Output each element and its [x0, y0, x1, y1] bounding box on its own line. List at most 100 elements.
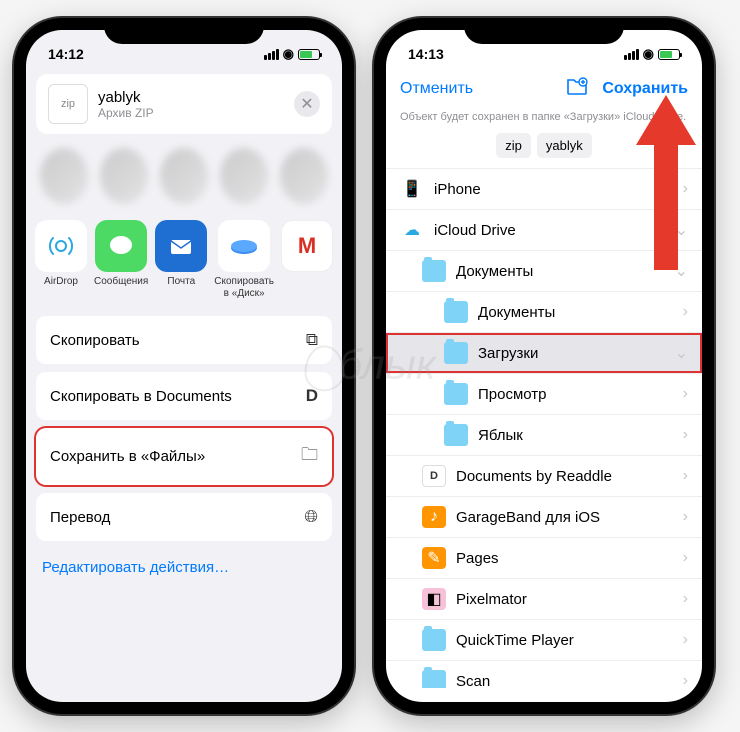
signal-icon: [264, 49, 279, 60]
share-airdrop[interactable]: AirDrop: [34, 220, 88, 300]
row-downloads[interactable]: Загрузки ⌄: [386, 333, 702, 374]
row-label: iCloud Drive: [434, 222, 516, 239]
row-folder[interactable]: Просмотр ›: [386, 374, 702, 415]
save-info-text: Объект будет сохранен в папке «Загрузки»…: [386, 108, 702, 133]
share-label: Скопировать в «Диск»: [214, 276, 274, 300]
folder-icon: [444, 342, 468, 364]
row-label: Яблык: [478, 427, 523, 444]
chevron-right-icon: ›: [683, 303, 688, 321]
pages-icon: ✎: [422, 547, 446, 569]
device-icon: 📱: [400, 178, 424, 200]
row-folder[interactable]: Яблык ›: [386, 415, 702, 456]
avatar[interactable]: [160, 148, 208, 204]
row-app[interactable]: ◧ Pixelmator ›: [386, 579, 702, 620]
readdle-icon: D: [422, 465, 446, 487]
zip-chip: zip: [496, 133, 531, 158]
status-icons: ◉: [624, 46, 680, 62]
disk-icon: [218, 220, 270, 272]
row-folder[interactable]: Документы ⌄: [386, 251, 702, 292]
wifi-icon: ◉: [643, 46, 654, 62]
share-gmail[interactable]: M: [280, 220, 334, 300]
file-name: yablyk: [98, 89, 284, 106]
chevron-right-icon: ›: [683, 180, 688, 198]
status-icons: ◉: [264, 46, 320, 62]
row-icloud[interactable]: ☁ iCloud Drive ⌄: [386, 210, 702, 251]
folder-list[interactable]: 📱 iPhone › ☁ iCloud Drive ⌄ Документы ⌄ …: [386, 168, 702, 688]
avatar[interactable]: [40, 148, 88, 204]
chevron-right-icon: ›: [683, 672, 688, 688]
documents-app-icon: D: [306, 386, 318, 406]
avatar[interactable]: [100, 148, 148, 204]
chevron-down-icon: ⌄: [675, 343, 688, 363]
screen-share-sheet: 14:12 ◉ zip yablyk Архив ZIP ✕: [26, 30, 342, 702]
share-label: Сообщения: [94, 276, 148, 288]
status-time: 14:12: [48, 46, 84, 62]
status-time: 14:13: [408, 46, 444, 62]
action-label: Скопировать в Documents: [50, 388, 232, 405]
signal-icon: [624, 49, 639, 60]
row-folder[interactable]: Документы ›: [386, 292, 702, 333]
row-label: Загрузки: [478, 345, 538, 362]
share-label: AirDrop: [34, 276, 88, 288]
chevron-right-icon: ›: [683, 426, 688, 444]
row-label: Документы: [456, 263, 533, 280]
chevron-right-icon: ›: [683, 385, 688, 403]
phone-right: 14:13 ◉ Отменить Сохранить Объект будет …: [374, 18, 714, 714]
save-button[interactable]: Сохранить: [602, 80, 688, 98]
folder-icon: 🗀: [301, 442, 318, 471]
chevron-right-icon: ›: [683, 590, 688, 608]
action-save-to-files[interactable]: Сохранить в «Файлы» 🗀: [36, 428, 332, 485]
notch: [464, 18, 624, 44]
share-label: Почта: [154, 276, 208, 288]
close-icon[interactable]: ✕: [294, 91, 320, 117]
notch: [104, 18, 264, 44]
row-label: Документы: [478, 304, 555, 321]
action-list: Скопировать ⧉ Скопировать в Documents D …: [36, 316, 332, 541]
avatar[interactable]: [280, 148, 328, 204]
row-iphone[interactable]: 📱 iPhone ›: [386, 169, 702, 210]
folder-icon: [444, 383, 468, 405]
row-app[interactable]: ♪ GarageBand для iOS ›: [386, 497, 702, 538]
phone-left: 14:12 ◉ zip yablyk Архив ZIP ✕: [14, 18, 354, 714]
row-label: iPhone: [434, 181, 481, 198]
action-translate[interactable]: Перевод 🌐︎: [36, 493, 332, 541]
messages-icon: [95, 220, 147, 272]
share-mail[interactable]: Почта: [154, 220, 208, 300]
chevron-right-icon: ›: [683, 508, 688, 526]
row-folder[interactable]: QuickTime Player ›: [386, 620, 702, 661]
row-label: Pages: [456, 550, 499, 567]
nav-bar: Отменить Сохранить: [386, 70, 702, 108]
garageband-icon: ♪: [422, 506, 446, 528]
chevron-right-icon: ›: [683, 467, 688, 485]
copy-icon: ⧉: [306, 330, 318, 350]
chevron-down-icon: ⌄: [675, 220, 688, 240]
action-label: Скопировать: [50, 332, 140, 349]
row-app[interactable]: ✎ Pages ›: [386, 538, 702, 579]
share-apps-row: AirDrop Сообщения Почта Скопировать в «Д…: [26, 210, 342, 310]
share-messages[interactable]: Сообщения: [94, 220, 148, 300]
action-copy[interactable]: Скопировать ⧉: [36, 316, 332, 364]
file-chips: zip yablyk: [386, 133, 702, 168]
cancel-button[interactable]: Отменить: [400, 80, 473, 98]
avatar[interactable]: [220, 148, 268, 204]
folder-icon: [422, 260, 446, 282]
action-label: Перевод: [50, 509, 110, 526]
cloud-icon: ☁: [400, 219, 424, 241]
mail-icon: [155, 220, 207, 272]
chevron-right-icon: ›: [683, 631, 688, 649]
folder-icon: [444, 424, 468, 446]
row-label: Scan: [456, 673, 490, 689]
edit-actions-link[interactable]: Редактировать действия…: [26, 549, 342, 586]
share-disk[interactable]: Скопировать в «Диск»: [214, 220, 274, 300]
action-copy-documents[interactable]: Скопировать в Documents D: [36, 372, 332, 420]
new-folder-icon[interactable]: [566, 76, 588, 102]
pixelmator-icon: ◧: [422, 588, 446, 610]
zip-badge-icon: zip: [48, 84, 88, 124]
name-chip[interactable]: yablyk: [537, 133, 592, 158]
action-label: Сохранить в «Файлы»: [50, 448, 205, 465]
file-header: zip yablyk Архив ZIP ✕: [36, 74, 332, 134]
row-app[interactable]: D Documents by Readdle ›: [386, 456, 702, 497]
row-label: Pixelmator: [456, 591, 527, 608]
row-folder[interactable]: Scan ›: [386, 661, 702, 688]
folder-icon: [422, 670, 446, 688]
